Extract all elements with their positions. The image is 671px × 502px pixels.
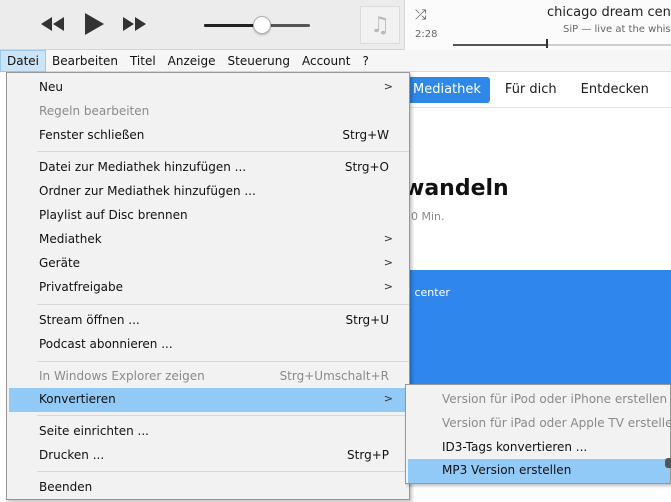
menu-item-fenster-schliessen[interactable]: Fenster schließen Strg+W	[9, 124, 407, 148]
elapsed-time: 2:28	[415, 29, 438, 40]
konvertieren-submenu: Version für iPod oder iPhone erstellen V…	[405, 384, 671, 484]
submenu-item-mp3-erstellen[interactable]: MP3 Version erstellen	[408, 459, 670, 483]
menu-item-mediathek[interactable]: Mediathek >	[9, 228, 407, 252]
chevron-right-icon: >	[383, 80, 393, 93]
menu-help[interactable]: ?	[356, 50, 374, 72]
mouse-cursor	[665, 458, 671, 468]
menu-item-ordner-hinzufuegen[interactable]: Ordner zur Mediathek hinzufügen ...	[9, 180, 407, 204]
menu-item-stream-oeffnen[interactable]: Stream öffnen ... Strg+U	[9, 309, 407, 333]
menu-separator	[37, 471, 409, 472]
submenu-item-id3-konvertieren[interactable]: ID3-Tags konvertieren ...	[408, 436, 670, 460]
menu-bearbeiten[interactable]: Bearbeiten	[46, 50, 124, 72]
menu-separator	[37, 304, 409, 305]
submenu-item-ipod-version: Version für iPod oder iPhone erstellen	[442, 392, 668, 406]
track-progress-fill	[453, 44, 548, 46]
menu-separator	[37, 151, 409, 152]
menu-separator	[37, 361, 409, 362]
music-note-icon: ♫	[370, 12, 390, 38]
featured-banner-text: n center	[404, 286, 450, 299]
menu-item-beenden[interactable]: Beenden	[9, 476, 407, 500]
tab-entdecken[interactable]: Entdecken	[572, 77, 658, 103]
menu-bar: Datei Bearbeiten Titel Anzeige Steuerung…	[0, 49, 671, 72]
chevron-right-icon: >	[383, 232, 393, 245]
menu-item-geraete[interactable]: Geräte >	[9, 252, 407, 276]
menu-account[interactable]: Account	[296, 50, 356, 72]
menu-item-konvertieren[interactable]: Konvertieren >	[9, 388, 407, 412]
play-button[interactable]	[81, 11, 107, 37]
menu-item-drucken[interactable]: Drucken ... Strg+P	[9, 444, 407, 468]
menu-item-regeln-bearbeiten: Regeln bearbeiten	[39, 104, 150, 118]
now-playing-display: ⤮ 2:28 chicago dream cen SiP — live at t…	[404, 0, 671, 50]
menu-item-playlist-brennen[interactable]: Playlist auf Disc brennen	[9, 204, 407, 228]
chevron-right-icon: >	[383, 392, 393, 405]
play-icon	[85, 13, 104, 35]
submenu-item-ipad-version: Version für iPad oder Apple TV erstellen	[442, 416, 671, 430]
playlist-duration: 50 Min.	[404, 210, 445, 223]
chevron-right-icon: >	[383, 280, 393, 293]
player-bar: ♫ ⤮ 2:28 chicago dream cen SiP — live at…	[0, 0, 671, 50]
menu-datei[interactable]: Datei	[0, 49, 47, 72]
menu-item-seite-einrichten[interactable]: Seite einrichten ...	[9, 420, 407, 444]
track-artist-album: SiP — live at the whist	[563, 24, 671, 35]
tab-fuer-dich[interactable]: Für dich	[496, 77, 566, 103]
library-nav-tabs: Mediathek Für dich Entdecken	[404, 72, 671, 108]
menu-steuerung[interactable]: Steuerung	[222, 50, 296, 72]
menu-titel[interactable]: Titel	[124, 50, 162, 72]
menu-item-podcast-abonnieren[interactable]: Podcast abonnieren ...	[9, 333, 407, 357]
menu-item-datei-hinzufuegen[interactable]: Datei zur Mediathek hinzufügen ... Strg+…	[9, 156, 407, 180]
fast-forward-button[interactable]	[120, 11, 150, 37]
rewind-button[interactable]	[38, 11, 68, 37]
fast-forward-icon	[123, 17, 146, 31]
chevron-right-icon: >	[383, 256, 393, 269]
volume-knob[interactable]	[253, 16, 272, 34]
artwork-placeholder: ♫	[360, 6, 400, 44]
menu-item-neu[interactable]: Neu >	[9, 76, 407, 100]
menu-item-explorer-zeigen: In Windows Explorer zeigen Strg+Umschalt…	[39, 369, 389, 383]
menu-separator	[37, 415, 409, 416]
rewind-icon	[41, 17, 64, 31]
track-progress-marker[interactable]	[546, 39, 549, 48]
menu-item-privatfreigabe[interactable]: Privatfreigabe >	[9, 276, 407, 300]
playlist-title: wandeln	[404, 176, 509, 201]
datei-menu: Neu > Regeln bearbeiten Fenster schließe…	[6, 72, 410, 500]
track-title: chicago dream cen	[547, 5, 671, 20]
shuffle-icon[interactable]: ⤮	[415, 7, 426, 23]
track-progress[interactable]	[453, 44, 671, 46]
tab-mediathek[interactable]: Mediathek	[404, 76, 490, 103]
menu-anzeige[interactable]: Anzeige	[162, 50, 222, 72]
